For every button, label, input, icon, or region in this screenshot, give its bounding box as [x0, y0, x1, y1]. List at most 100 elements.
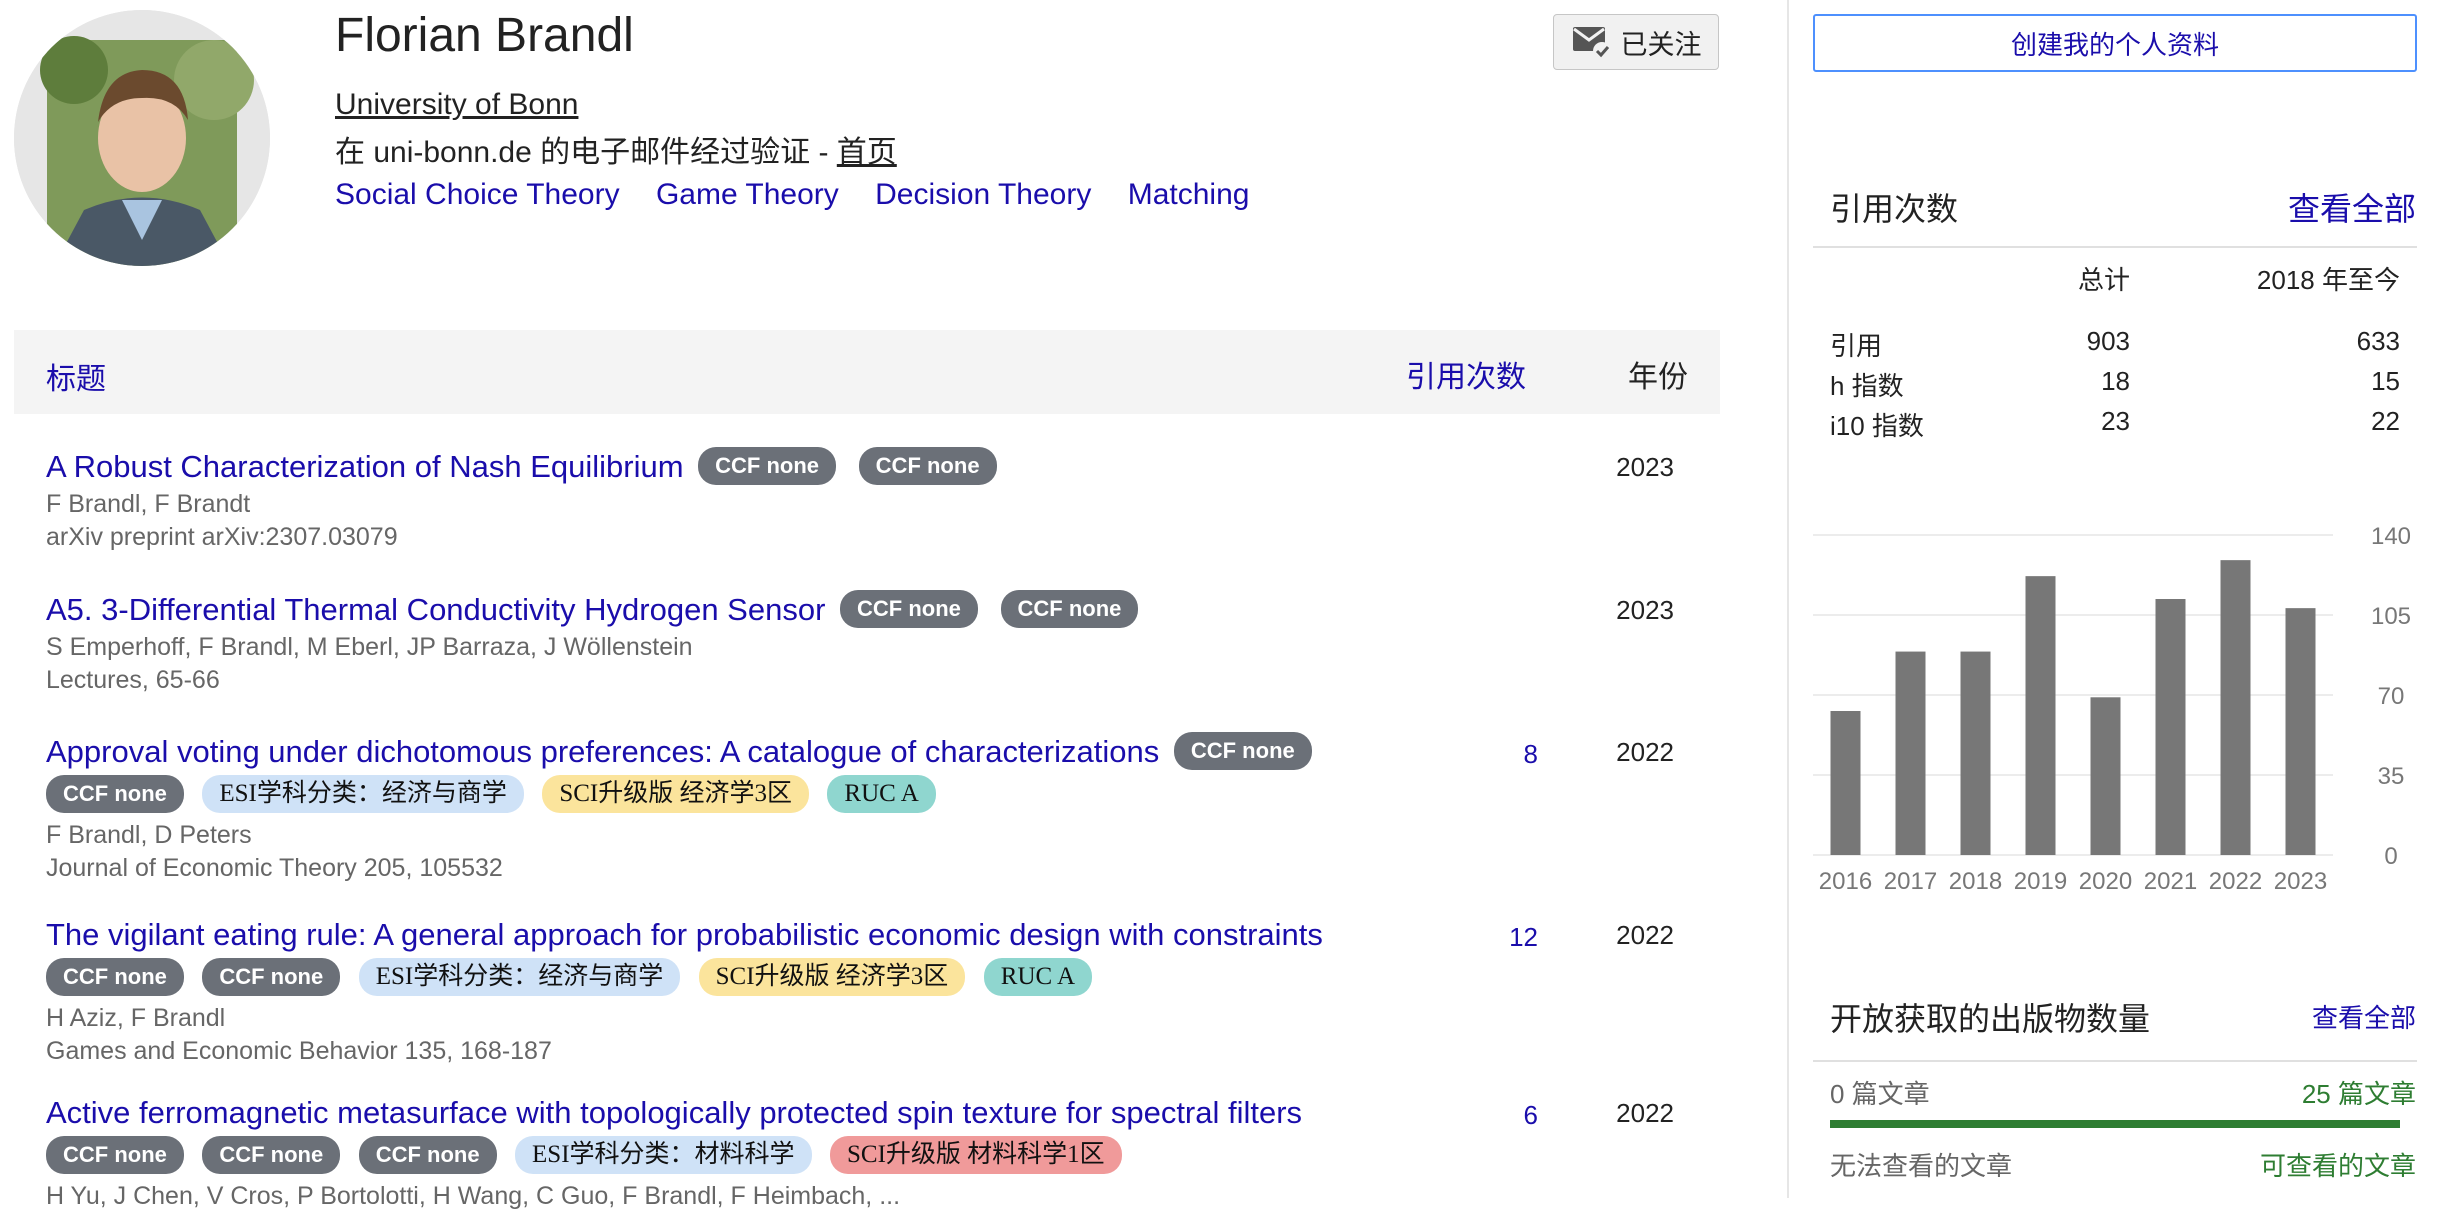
sci-badge: SCI升级版 经济学3区: [698, 957, 966, 996]
publication-title[interactable]: The vigilant eating rule: A general appr…: [46, 917, 1323, 952]
x-tick-label: 2022: [2209, 868, 2262, 895]
y-tick-label: 0: [2384, 843, 2397, 870]
x-tick-label: 2023: [2274, 868, 2327, 895]
create-profile-button[interactable]: 创建我的个人资料: [1813, 14, 2417, 72]
publication-authors: F Brandl, F Brandt: [46, 490, 251, 518]
sci-badge: SCI升级版 材料科学1区: [830, 1135, 1122, 1174]
sort-by-title[interactable]: 标题: [46, 354, 106, 398]
ccf-badge: CCF none: [1173, 731, 1312, 770]
bar-2020[interactable]: [2090, 697, 2121, 855]
email-verified-line: 在 uni-bonn.de 的电子邮件经过验证 - 首页: [335, 127, 897, 171]
ccf-badge: CCF none: [858, 446, 997, 485]
stats-since: 633: [2356, 326, 2400, 356]
ccf-badge: CCF none: [698, 446, 837, 485]
sci-badge: SCI升级版 经济学3区: [542, 774, 809, 813]
oa-unavailable-count-link[interactable]: 0 篇文章: [1830, 1074, 1930, 1111]
x-tick-label: 2019: [2014, 868, 2067, 895]
stats-since: 15: [2371, 366, 2400, 396]
interest-link[interactable]: Decision Theory: [875, 178, 1091, 211]
oa-available-count-link[interactable]: 25 篇文章: [2302, 1074, 2416, 1111]
stats-row: i10 指数 23 22: [1830, 406, 2400, 446]
stats-total: 18: [2101, 366, 2130, 396]
x-tick-label: 2021: [2144, 868, 2197, 895]
citation-count-link[interactable]: 8: [1524, 739, 1538, 770]
table-row: A5. 3-Differential Thermal Conductivity …: [46, 589, 1706, 697]
bar-2016[interactable]: [1830, 711, 1861, 855]
publication-title[interactable]: Approval voting under dichotomous prefer…: [46, 734, 1159, 769]
stats-total: 903: [2086, 326, 2130, 356]
ccf-badge: CCF none: [46, 1135, 184, 1174]
sort-by-year[interactable]: 年份: [1628, 352, 1688, 396]
interest-link[interactable]: Social Choice Theory: [335, 178, 620, 211]
bar-2017[interactable]: [1895, 651, 1926, 855]
y-tick-label: 140: [2371, 523, 2411, 550]
x-tick-label: 2018: [1949, 868, 2002, 895]
ccf-badge: CCF none: [1000, 589, 1139, 628]
cited-by-title: 引用次数: [1830, 191, 1959, 227]
bar-2019[interactable]: [2025, 576, 2056, 855]
stats-row: 引用 903 633: [1830, 326, 2400, 366]
stats-label: h 指数: [1830, 371, 1904, 401]
ruc-badge: RUC A: [983, 957, 1093, 996]
ccf-badge: CCF none: [202, 957, 341, 996]
avatar[interactable]: [14, 10, 270, 266]
bar-2023[interactable]: [2285, 608, 2316, 855]
y-tick-label: 105: [2371, 603, 2411, 630]
publication-authors: H Aziz, F Brandl: [46, 1004, 226, 1032]
interest-link[interactable]: Matching: [1128, 178, 1250, 211]
table-row: Active ferromagnetic metasurface with to…: [46, 1092, 1706, 1213]
divider: [1813, 1060, 2417, 1062]
interest-link[interactable]: Game Theory: [656, 178, 839, 211]
publication-title[interactable]: A5. 3-Differential Thermal Conductivity …: [46, 592, 825, 627]
profile-name: Florian Brandl: [335, 9, 634, 62]
bar-2018[interactable]: [1960, 651, 1991, 855]
ccf-badge: CCF none: [202, 1135, 341, 1174]
bar-2022[interactable]: [2220, 560, 2251, 855]
ccf-badge: CCF none: [46, 774, 184, 813]
publication-authors: S Emperhoff, F Brandl, M Eberl, JP Barra…: [46, 633, 693, 661]
ccf-badge: CCF none: [840, 589, 978, 628]
mail-check-icon: [1572, 27, 1611, 60]
follow-label: 已关注: [1620, 29, 1702, 60]
publication-year: 2022: [1616, 920, 1674, 950]
publication-title[interactable]: Active ferromagnetic metasurface with to…: [46, 1095, 1302, 1130]
follow-button[interactable]: 已关注: [1553, 14, 1719, 70]
stats-label: 引用: [1830, 331, 1883, 361]
ruc-badge: RUC A: [827, 774, 936, 813]
publications-table-header: 标题 引用次数 年份: [14, 330, 1720, 414]
citation-stats-table: 总计 2018 年至今 引用 903 633 h 指数 18 15 i10 指数…: [1830, 260, 2400, 446]
publication-title[interactable]: A Robust Characterization of Nash Equili…: [46, 449, 684, 484]
publication-venue: Lectures, 65-66: [46, 666, 220, 694]
stats-since: 22: [2371, 406, 2400, 436]
profile-photo: [14, 10, 270, 266]
x-tick-label: 2017: [1884, 868, 1937, 895]
divider: [1813, 246, 2417, 248]
stats-row: h 指数 18 15: [1830, 366, 2400, 406]
publication-year: 2022: [1616, 737, 1674, 767]
esi-badge: ESI学科分类：经济与商学: [202, 774, 524, 813]
stats-label: i10 指数: [1830, 411, 1924, 441]
homepage-link[interactable]: 首页: [837, 136, 897, 169]
ccf-badge: CCF none: [46, 957, 184, 996]
publication-authors: H Yu, J Chen, V Cros, P Bortolotti, H Wa…: [46, 1182, 901, 1210]
verified-text: 在 uni-bonn.de 的电子邮件经过验证 -: [335, 136, 837, 169]
citation-count-link[interactable]: 12: [1509, 922, 1538, 953]
publication-venue: Journal of Economic Theory 205, 105532: [46, 854, 503, 882]
table-row: The vigilant eating rule: A general appr…: [46, 914, 1706, 1068]
column-divider: [1787, 0, 1789, 1198]
sort-by-citations[interactable]: 引用次数: [1406, 352, 1526, 396]
cited-by-view-all-link[interactable]: 查看全部: [2288, 184, 2416, 230]
affiliation-link[interactable]: University of Bonn: [335, 88, 578, 122]
ccf-badge: CCF none: [358, 1135, 497, 1174]
open-access-view-all-link[interactable]: 查看全部: [2312, 998, 2416, 1035]
publication-year: 2022: [1616, 1098, 1674, 1128]
citations-bar-chart: 0 35 70 105 140 2016 2017 2018 2019 2020 2021 2022 2…: [1813, 515, 2413, 895]
publication-venue: arXiv preprint arXiv:2307.03079: [46, 523, 398, 551]
oa-available-label: 可查看的文章: [2259, 1151, 2416, 1181]
publication-authors: F Brandl, D Peters: [46, 821, 252, 849]
citation-count-link[interactable]: 6: [1524, 1100, 1538, 1131]
publication-year: 2023: [1616, 595, 1674, 625]
bar-2021[interactable]: [2155, 599, 2186, 855]
stats-header-total: 总计: [2077, 265, 2130, 295]
open-access-title: 开放获取的出版物数量: [1830, 1001, 2151, 1037]
